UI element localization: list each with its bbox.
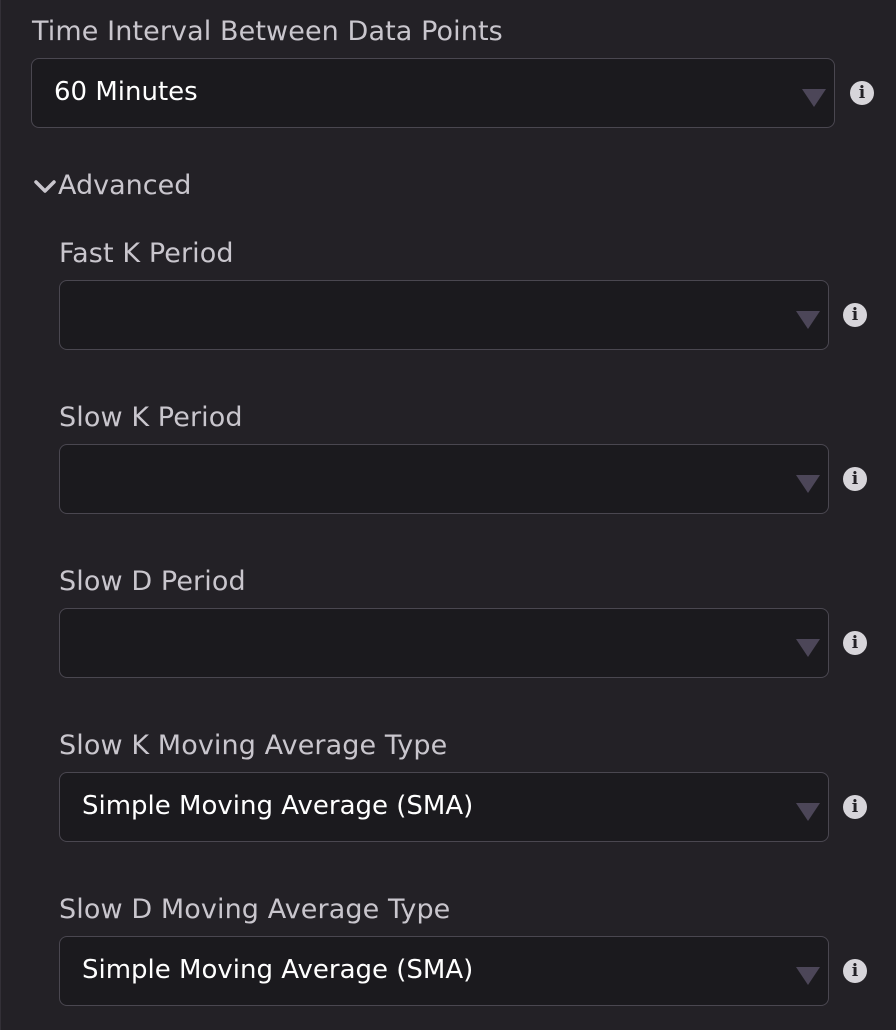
- fast-k-period-label: Fast K Period: [59, 238, 234, 269]
- fast-k-period-select[interactable]: [59, 280, 829, 350]
- caret-down-icon: [796, 475, 820, 493]
- interval-select-value: 60 Minutes: [54, 77, 198, 107]
- interval-label: Time Interval Between Data Points: [32, 16, 503, 47]
- info-icon[interactable]: i: [850, 81, 874, 105]
- caret-down-icon: [796, 639, 820, 657]
- advanced-label: Advanced: [58, 170, 192, 201]
- slow-k-period-select[interactable]: [59, 444, 829, 514]
- settings-panel: Time Interval Between Data Points 60 Min…: [0, 0, 896, 1030]
- caret-down-icon: [796, 311, 820, 329]
- advanced-toggle[interactable]: Advanced: [32, 168, 191, 204]
- slow-d-ma-type-select[interactable]: Simple Moving Average (SMA): [59, 936, 829, 1006]
- slow-d-period-label: Slow D Period: [59, 566, 246, 597]
- slow-k-ma-type-value: Simple Moving Average (SMA): [82, 791, 474, 821]
- caret-down-icon: [796, 967, 820, 985]
- info-icon[interactable]: i: [843, 467, 867, 491]
- slow-d-ma-type-label: Slow D Moving Average Type: [59, 894, 451, 925]
- info-icon[interactable]: i: [843, 303, 867, 327]
- slow-k-ma-type-label: Slow K Moving Average Type: [59, 730, 448, 761]
- interval-select[interactable]: 60 Minutes: [31, 58, 835, 128]
- info-icon[interactable]: i: [843, 631, 867, 655]
- chevron-down-icon: [32, 177, 58, 195]
- info-icon[interactable]: i: [843, 959, 867, 983]
- slow-d-period-select[interactable]: [59, 608, 829, 678]
- slow-k-ma-type-select[interactable]: Simple Moving Average (SMA): [59, 772, 829, 842]
- caret-down-icon: [796, 803, 820, 821]
- caret-down-icon: [802, 89, 826, 107]
- slow-k-period-label: Slow K Period: [59, 402, 243, 433]
- info-icon[interactable]: i: [843, 795, 867, 819]
- slow-d-ma-type-value: Simple Moving Average (SMA): [82, 955, 474, 985]
